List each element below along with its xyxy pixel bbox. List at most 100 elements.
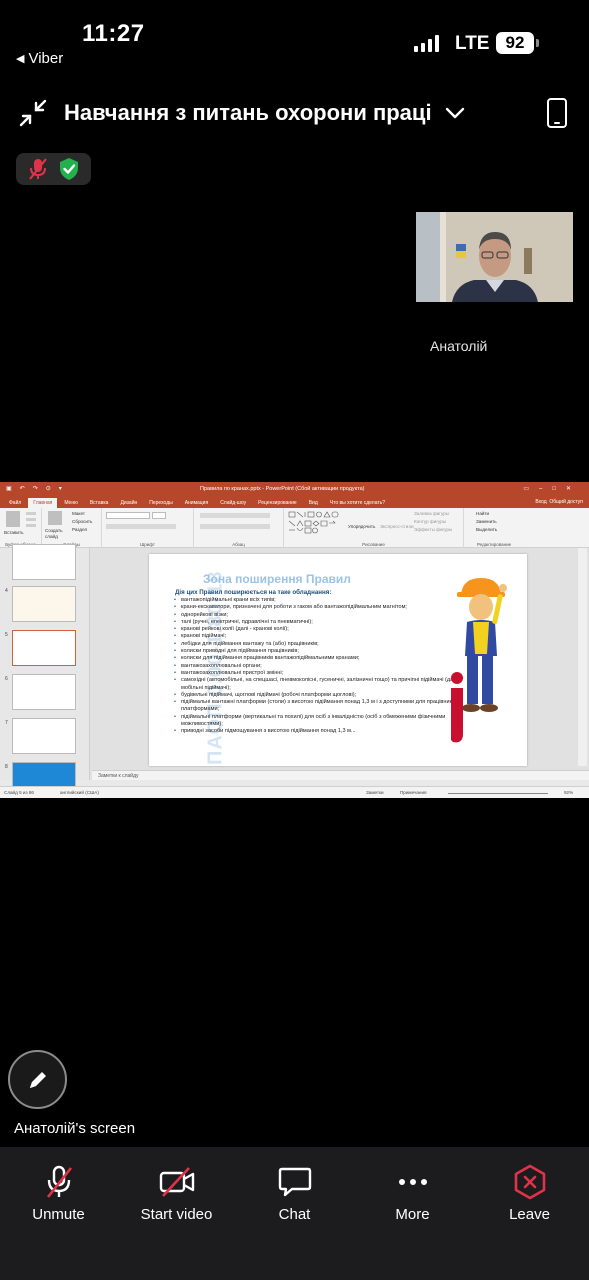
arrange-button[interactable]: Упорядочить [348, 524, 375, 529]
copy-icon[interactable] [26, 518, 36, 521]
network-type: LTE [455, 33, 490, 54]
tab-transitions[interactable]: Переходы [144, 498, 177, 508]
cellular-signal-icon [414, 34, 439, 52]
device-phone-icon[interactable] [547, 98, 567, 128]
cut-icon[interactable] [26, 512, 36, 515]
comments-toggle[interactable]: Примечания [400, 790, 427, 795]
powerpoint-ribbon-tabs: Файл Главная Меню Вставка Дизайн Переход… [0, 496, 589, 508]
powerpoint-titlebar: ▣↶↷⊙▾ Правила по кранах.pptx - PowerPoin… [0, 482, 589, 496]
shape-outline-button[interactable]: Контур фигуры [414, 519, 446, 524]
list-item: однорейкові візки; [173, 612, 463, 620]
more-button[interactable]: More [354, 1147, 471, 1247]
annotate-button[interactable] [8, 1050, 67, 1109]
tab-menu[interactable]: Меню [59, 498, 83, 508]
status-bar: 11:27 ◀ Viber LTE 92 [0, 0, 589, 76]
format-painter-icon[interactable] [26, 524, 36, 527]
tab-slideshow[interactable]: Слайд-шоу [215, 498, 251, 508]
tab-insert[interactable]: Вставка [85, 498, 114, 508]
speaker-video-tile[interactable] [416, 212, 573, 302]
slide-bullet-list: вантажопідіймальні крани всіх типів; кра… [173, 597, 463, 736]
tell-me-search[interactable]: Что вы хотите сделать? [325, 498, 390, 508]
share-link[interactable]: Общий доступ [549, 499, 583, 505]
window-controls-icon: ▭–□✕ [523, 486, 581, 492]
paste-button[interactable]: Вставить [4, 530, 23, 535]
font-format-icons[interactable] [106, 524, 176, 529]
replace-button[interactable]: Заменить [476, 519, 497, 524]
list-item: самохідні (автомобільні, на спецшасі, пн… [173, 677, 463, 692]
quick-access-icons: ▣↶↷⊙▾ [6, 486, 70, 492]
shape-fill-button[interactable]: Заливка фигуры [414, 511, 449, 516]
ribbon-group-slides: Создать слайд Макет Сбросить Раздел Слай… [42, 508, 102, 548]
chevron-down-icon[interactable] [444, 102, 466, 124]
font-size-select[interactable] [152, 512, 166, 519]
more-dots-icon [398, 1179, 427, 1185]
shared-screen[interactable]: ▣↶↷⊙▾ Правила по кранах.pptx - PowerPoin… [0, 482, 589, 798]
slide-title: Зона поширення Правил [203, 572, 351, 586]
chat-button[interactable]: Chat [236, 1147, 353, 1247]
minimize-icon[interactable] [18, 98, 48, 128]
shapes-gallery-icon[interactable] [288, 511, 344, 535]
find-button[interactable]: Найти [476, 511, 489, 516]
ribbon-group-editing: Найти Заменить Выделить Редактирование [464, 508, 524, 548]
slide-thumbnail[interactable] [12, 544, 76, 580]
leave-button[interactable]: Leave [471, 1147, 588, 1247]
zoom-slider[interactable] [448, 793, 548, 794]
leave-label: Leave [509, 1206, 550, 1223]
tab-design[interactable]: Дизайн [115, 498, 142, 508]
speaker-video-image [416, 212, 573, 302]
leave-hexagon-icon [514, 1164, 545, 1200]
slide-thumbnail-panel[interactable]: 4 5 6 7 8 [0, 544, 90, 798]
list-item: лебідки для підіймання вантажу та (або) … [173, 641, 463, 649]
section-button[interactable]: Раздел [72, 527, 87, 532]
ribbon-group-drawing: Упорядочить Экспресс-стили Заливка фигур… [284, 508, 464, 548]
align-icons[interactable] [200, 524, 270, 529]
tab-view[interactable]: Вид [304, 498, 323, 508]
list-item: підіймальні платформи (вертикальні та по… [173, 714, 463, 729]
reset-button[interactable]: Сбросить [72, 519, 92, 524]
current-slide[interactable]: ППАОП 0.00-1.80-18 Зона поширення Правил… [149, 554, 527, 766]
speaker-name-label: Анатолій [430, 338, 488, 354]
paste-icon[interactable] [6, 511, 20, 527]
slide-thumbnail-selected[interactable] [12, 630, 76, 666]
mic-muted-icon [28, 158, 47, 180]
tab-home[interactable]: Главная [28, 498, 58, 508]
sign-in-link[interactable]: Вход [535, 499, 546, 505]
slide-thumbnail[interactable] [12, 586, 76, 622]
thumbnail-number: 4 [5, 588, 8, 594]
back-app-label: Viber [28, 50, 64, 67]
video-off-icon [159, 1167, 194, 1197]
tab-review[interactable]: Рецензирование [253, 498, 302, 508]
language-indicator: английский (США) [60, 790, 99, 795]
group-label-paragraph: Абзац [232, 542, 245, 547]
select-button[interactable]: Выделить [476, 527, 497, 532]
pencil-icon [29, 1071, 46, 1088]
mic-muted-icon [46, 1165, 72, 1198]
tab-file[interactable]: Файл [4, 498, 26, 508]
tab-animation[interactable]: Анимация [180, 498, 213, 508]
account-share[interactable]: Вход Общий доступ [535, 499, 583, 505]
quick-styles-button[interactable]: Экспресс-стили [380, 524, 414, 529]
list-item: вантажозахоплювальні органи; [173, 663, 463, 671]
shape-effects-button[interactable]: Эффекты фигуры [414, 527, 452, 532]
slide-notes-field[interactable]: Заметки к слайду [92, 770, 589, 780]
back-to-app-link[interactable]: ◀ Viber [16, 50, 63, 67]
slide-vertical-scrollbar[interactable] [578, 548, 587, 766]
ribbon-group-clipboard: Вставить Буфер обмена [0, 508, 42, 548]
group-label-editing: Редактирование [476, 542, 512, 547]
slide-thumbnail[interactable] [12, 718, 76, 754]
font-family-select[interactable] [106, 512, 150, 519]
shield-check-icon [60, 158, 79, 180]
slide-thumbnail[interactable] [12, 674, 76, 710]
powerpoint-statusbar: Слайд 5 из 86 английский (США) Заметки П… [0, 786, 589, 798]
zoom-level: 92% [564, 790, 574, 795]
list-format-icons[interactable] [200, 513, 270, 518]
new-slide-button[interactable]: Создать слайд [45, 528, 69, 539]
participant-status-badges [16, 153, 91, 185]
more-label: More [395, 1206, 430, 1223]
start-video-button[interactable]: Start video [118, 1147, 235, 1247]
layout-button[interactable]: Макет [72, 511, 85, 516]
unmute-button[interactable]: Unmute [0, 1147, 117, 1247]
new-slide-icon[interactable] [48, 511, 62, 525]
meeting-title[interactable]: Навчання з питань охорони праці [64, 100, 432, 126]
notes-toggle[interactable]: Заметки [366, 790, 384, 795]
